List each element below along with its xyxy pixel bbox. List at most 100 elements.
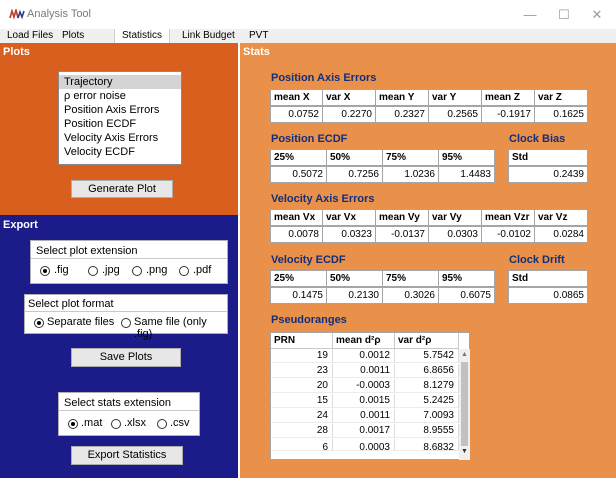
radio-png[interactable] bbox=[132, 266, 142, 276]
radio-pdf-label: .pdf bbox=[193, 264, 212, 276]
table-cell: 8.6832 bbox=[395, 439, 459, 453]
scroll-up-icon[interactable]: ▲ bbox=[459, 351, 470, 358]
maximize-icon[interactable]: ☐ bbox=[547, 4, 581, 26]
table-cell: 0.1625 bbox=[534, 106, 588, 123]
table-cell: 1.4483 bbox=[438, 166, 495, 183]
stats-panel-title: Stats bbox=[243, 46, 270, 58]
table-header: 75% bbox=[382, 149, 439, 166]
plot-type-list[interactable]: Trajectory ρ error noise Position Axis E… bbox=[58, 71, 182, 165]
table-cell: -0.0137 bbox=[375, 226, 429, 243]
list-item[interactable]: Velocity Axis Errors bbox=[59, 131, 181, 145]
table-cell: 15 bbox=[271, 394, 333, 408]
radio-mat[interactable] bbox=[68, 419, 78, 429]
radio-png-label: .png bbox=[146, 264, 168, 276]
table-cell: 5.2425 bbox=[395, 394, 459, 408]
list-item[interactable]: Velocity ECDF bbox=[59, 145, 181, 159]
plot-format-label: Select plot format bbox=[28, 298, 114, 310]
list-item[interactable]: Position ECDF bbox=[59, 117, 181, 131]
table-header: Std bbox=[508, 149, 588, 166]
stats-extension-label: Select stats extension bbox=[64, 397, 172, 409]
radio-same-file-label: Same file (only .fig) bbox=[134, 316, 207, 340]
minimize-icon[interactable]: — bbox=[513, 4, 547, 26]
table-cell: 20 bbox=[271, 379, 333, 393]
scroll-down-icon[interactable]: ▼ bbox=[459, 448, 470, 455]
radio-same-file[interactable] bbox=[121, 318, 131, 328]
table-header: PRN bbox=[271, 333, 333, 349]
close-icon[interactable]: ✕ bbox=[580, 4, 614, 26]
table-header: Std bbox=[508, 270, 588, 287]
tab-load-files[interactable]: Load Files bbox=[0, 29, 60, 43]
radio-csv[interactable] bbox=[157, 419, 167, 429]
table-cell: 0.1475 bbox=[270, 287, 327, 304]
table-cell: 0.2130 bbox=[326, 287, 383, 304]
table-cell: 23 bbox=[271, 364, 333, 378]
radio-xlsx-label: .xlsx bbox=[124, 417, 146, 429]
plot-format-group: Select plot format Separate files Same f… bbox=[24, 294, 228, 340]
window-title: Analysis Tool bbox=[27, 8, 91, 20]
radio-separate-files[interactable] bbox=[34, 318, 44, 328]
velocity-ecdf-title: Velocity ECDF bbox=[271, 254, 346, 266]
radio-jpg-label: .jpg bbox=[102, 264, 120, 276]
list-item[interactable]: Position Axis Errors bbox=[59, 103, 181, 117]
stats-extension-group: Select stats extension .mat .xlsx .csv bbox=[58, 392, 200, 436]
table-header: 25% bbox=[270, 149, 327, 166]
radio-jpg[interactable] bbox=[88, 266, 98, 276]
table-header: mean Z bbox=[481, 89, 535, 106]
pseudoranges-table[interactable]: PRN mean d²ρ var d²ρ 19 0.0012 5.7542 23… bbox=[270, 332, 470, 460]
table-cell: 5.7542 bbox=[395, 349, 459, 363]
table-cell: 6 bbox=[271, 439, 333, 453]
export-statistics-button[interactable]: Export Statistics bbox=[71, 446, 183, 465]
table-header: mean Vzr bbox=[481, 209, 535, 226]
table-cell: 28 bbox=[271, 424, 333, 438]
table-cell: 0.2327 bbox=[375, 106, 429, 123]
tab-bar: Load Files Plots Statistics Link Budget … bbox=[0, 29, 616, 43]
radio-fig[interactable] bbox=[40, 266, 50, 276]
table-cell: 0.5072 bbox=[270, 166, 327, 183]
table-cell: 0.0012 bbox=[333, 349, 395, 363]
radio-fig-label: .fig bbox=[54, 264, 69, 276]
tab-plots[interactable]: Plots bbox=[55, 29, 91, 43]
table-cell: 0.0752 bbox=[270, 106, 323, 123]
tab-pvt[interactable]: PVT bbox=[242, 29, 275, 43]
table-header: var X bbox=[322, 89, 376, 106]
velocity-axis-errors-title: Velocity Axis Errors bbox=[271, 193, 375, 205]
table-cell: -0.0102 bbox=[481, 226, 535, 243]
scroll-thumb[interactable] bbox=[461, 362, 468, 446]
table-header: var d²ρ bbox=[395, 333, 459, 349]
table-header: 50% bbox=[326, 149, 383, 166]
table-header: var Vx bbox=[322, 209, 376, 226]
table-header: mean X bbox=[270, 89, 323, 106]
table-cell: 0.3026 bbox=[382, 287, 439, 304]
table-cell: 0.7256 bbox=[326, 166, 383, 183]
pseudoranges-scrollbar[interactable]: ▲ ▼ bbox=[459, 349, 470, 460]
plots-panel-title: Plots bbox=[3, 46, 30, 58]
table-header: 95% bbox=[438, 270, 495, 287]
table-header: mean Y bbox=[375, 89, 429, 106]
position-ecdf-title: Position ECDF bbox=[271, 133, 348, 145]
clock-drift-title: Clock Drift bbox=[509, 254, 565, 266]
table-header: 95% bbox=[438, 149, 495, 166]
radio-pdf[interactable] bbox=[179, 266, 189, 276]
table-header: var Vy bbox=[428, 209, 482, 226]
table-cell: 0.0011 bbox=[333, 409, 395, 423]
table-cell: 0.2270 bbox=[322, 106, 376, 123]
list-item[interactable]: ρ error noise bbox=[59, 89, 181, 103]
table-cell: 0.0078 bbox=[270, 226, 323, 243]
table-header: 50% bbox=[326, 270, 383, 287]
waveform-icon bbox=[9, 9, 25, 20]
radio-csv-label: .csv bbox=[170, 417, 190, 429]
table-cell: 24 bbox=[271, 409, 333, 423]
radio-separate-files-label: Separate files bbox=[47, 316, 115, 328]
list-item[interactable]: Trajectory bbox=[59, 75, 181, 89]
tab-link-budget[interactable]: Link Budget bbox=[175, 29, 242, 43]
pseudoranges-title: Pseudoranges bbox=[271, 314, 347, 326]
generate-plot-button[interactable]: Generate Plot bbox=[71, 180, 173, 198]
position-axis-errors-title: Position Axis Errors bbox=[271, 72, 377, 84]
radio-xlsx[interactable] bbox=[111, 419, 121, 429]
save-plots-button[interactable]: Save Plots bbox=[71, 348, 181, 367]
tab-statistics[interactable]: Statistics bbox=[114, 29, 171, 43]
table-cell: 8.9555 bbox=[395, 424, 459, 438]
table-header: var Z bbox=[534, 89, 588, 106]
table-cell: 0.0323 bbox=[322, 226, 376, 243]
table-header: var Vz bbox=[534, 209, 588, 226]
